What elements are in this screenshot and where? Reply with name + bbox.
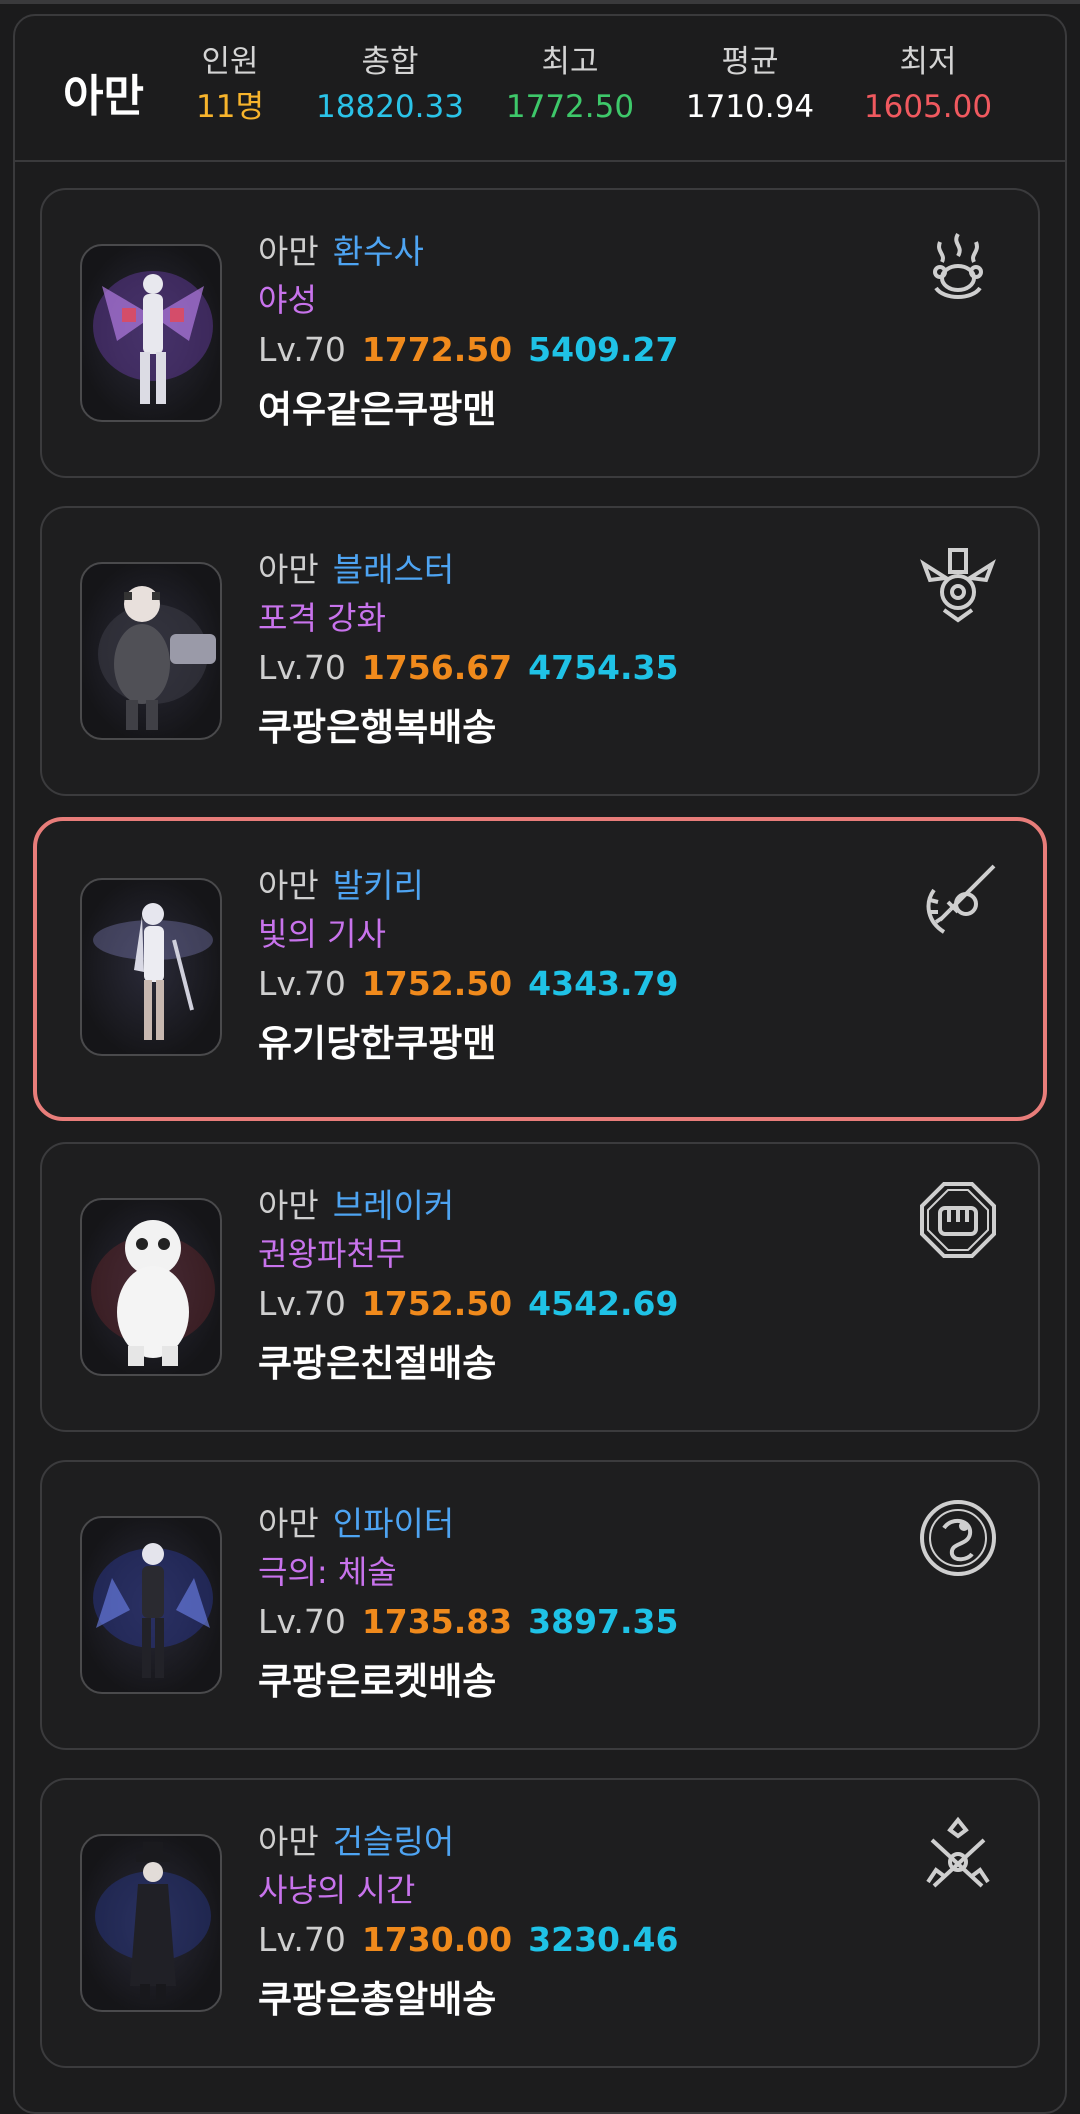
combat-power: 3897.35 — [528, 1602, 679, 1641]
item-level: 1752.50 — [361, 964, 513, 1003]
stat-value: 11명 — [196, 89, 264, 125]
character-card[interactable]: 아만 브레이커 권왕파천무 Lv.70 1752.50 4542.69 쿠팡은친절배송 — [40, 1142, 1040, 1432]
stat-label: 총합 — [361, 44, 419, 80]
character-info: 아만 브레이커 권왕파천무 Lv.70 1752.50 4542.69 쿠팡은친절배송 — [258, 1182, 678, 1394]
character-server: 아만 — [258, 1822, 319, 1861]
paw-flame-icon — [918, 226, 998, 306]
character-class: 환수사 — [332, 232, 424, 271]
character-avatar — [80, 1516, 222, 1694]
stat-label: 평균 — [721, 44, 779, 80]
character-avatar — [80, 562, 222, 740]
stat-label: 최저 — [899, 44, 957, 80]
combat-power: 4754.35 — [528, 648, 679, 687]
combat-power: 4542.69 — [528, 1284, 679, 1323]
character-spec: 야성 — [258, 281, 317, 319]
item-level: 1730.00 — [361, 1920, 513, 1959]
stat-total: 총합 18820.33 — [300, 40, 480, 130]
top-divider — [0, 0, 1080, 4]
character-spec: 빛의 기사 — [258, 915, 386, 953]
combat-power: 3230.46 — [528, 1920, 679, 1959]
character-name: 쿠팡은로켓배송 — [258, 1660, 497, 1703]
character-name: 쿠팡은총알배송 — [258, 1978, 497, 2021]
fist-octagon-icon — [918, 1180, 998, 1260]
character-avatar — [80, 244, 222, 422]
character-card[interactable]: 아만 건슬링어 사냥의 시간 Lv.70 1730.00 3230.46 쿠팡은총알배… — [40, 1778, 1040, 2068]
server-name: 아만 — [63, 71, 144, 122]
character-spec: 권왕파천무 — [258, 1235, 406, 1273]
character-server: 아만 — [258, 232, 319, 271]
character-class: 건슬링어 — [332, 1822, 455, 1861]
character-class: 브레이커 — [332, 1186, 455, 1225]
cannon-emblem-icon — [918, 544, 998, 624]
stat-value: 18820.33 — [316, 89, 464, 125]
character-avatar — [80, 1834, 222, 2012]
character-class: 발키리 — [332, 866, 424, 905]
character-info: 아만 인파이터 극의: 체술 Lv.70 1735.83 3897.35 쿠팡은로켓배… — [258, 1500, 678, 1712]
dragon-circle-icon — [918, 1498, 998, 1578]
character-card[interactable]: 아만 인파이터 극의: 체술 Lv.70 1735.83 3897.35 쿠팡은로켓배… — [40, 1460, 1040, 1750]
stat-label: 최고 — [541, 44, 599, 80]
character-class: 인파이터 — [332, 1504, 455, 1543]
combat-power: 5409.27 — [528, 330, 679, 369]
stat-label: 인원 — [201, 44, 259, 80]
character-level: Lv.70 — [258, 1284, 346, 1323]
stat-value: 1710.94 — [685, 89, 815, 125]
character-avatar — [80, 1198, 222, 1376]
character-server: 아만 — [258, 550, 319, 589]
character-info: 아만 건슬링어 사냥의 시간 Lv.70 1730.00 3230.46 쿠팡은총알배… — [258, 1818, 678, 2030]
character-avatar — [80, 878, 222, 1056]
character-name: 여우같은쿠팡맨 — [258, 388, 497, 431]
stat-average: 평균 1710.94 — [660, 40, 840, 130]
stat-lowest: 최저 1605.00 — [838, 40, 1018, 130]
character-server: 아만 — [258, 866, 319, 905]
crossed-guns-icon — [918, 1816, 998, 1896]
stat-value: 1772.50 — [505, 89, 635, 125]
item-level: 1756.67 — [361, 648, 513, 687]
character-card-selected[interactable]: 아만 발키리 빛의 기사 Lv.70 1752.50 4343.79 유기당한쿠팡맨 — [33, 817, 1047, 1121]
character-name: 유기당한쿠팡맨 — [258, 1022, 497, 1065]
character-level: Lv.70 — [258, 648, 346, 687]
stat-value: 1605.00 — [863, 89, 993, 125]
character-name: 쿠팡은친절배송 — [258, 1342, 497, 1385]
character-name: 쿠팡은행복배송 — [258, 706, 497, 749]
character-level: Lv.70 — [258, 1602, 346, 1641]
character-server: 아만 — [258, 1504, 319, 1543]
stat-highest: 최고 1772.50 — [480, 40, 660, 130]
character-info: 아만 환수사 야성 Lv.70 1772.50 5409.27 여우같은쿠팡맨 — [258, 228, 678, 440]
sword-wreath-icon — [920, 860, 1000, 940]
character-server: 아만 — [258, 1186, 319, 1225]
character-card[interactable]: 아만 환수사 야성 Lv.70 1772.50 5409.27 여우같은쿠팡맨 — [40, 188, 1040, 478]
combat-power: 4343.79 — [528, 964, 679, 1003]
server-summary-header: 아만 인원 11명 총합 18820.33 최고 1772.50 평균 1710… — [15, 16, 1065, 162]
character-spec: 포격 강화 — [258, 599, 386, 637]
character-level: Lv.70 — [258, 330, 346, 369]
character-spec: 사냥의 시간 — [258, 1871, 416, 1909]
character-level: Lv.70 — [258, 1920, 346, 1959]
character-class: 블래스터 — [332, 550, 455, 589]
character-spec: 극의: 체술 — [258, 1553, 397, 1591]
stat-headcount: 인원 11명 — [140, 40, 320, 130]
character-card[interactable]: 아만 블래스터 포격 강화 Lv.70 1756.67 4754.35 쿠팡은행복배송 — [40, 506, 1040, 796]
character-level: Lv.70 — [258, 964, 346, 1003]
character-info: 아만 블래스터 포격 강화 Lv.70 1756.67 4754.35 쿠팡은행복배송 — [258, 546, 678, 758]
character-info: 아만 발키리 빛의 기사 Lv.70 1752.50 4343.79 유기당한쿠팡맨 — [258, 862, 678, 1074]
item-level: 1735.83 — [361, 1602, 513, 1641]
item-level: 1772.50 — [361, 330, 513, 369]
item-level: 1752.50 — [361, 1284, 513, 1323]
